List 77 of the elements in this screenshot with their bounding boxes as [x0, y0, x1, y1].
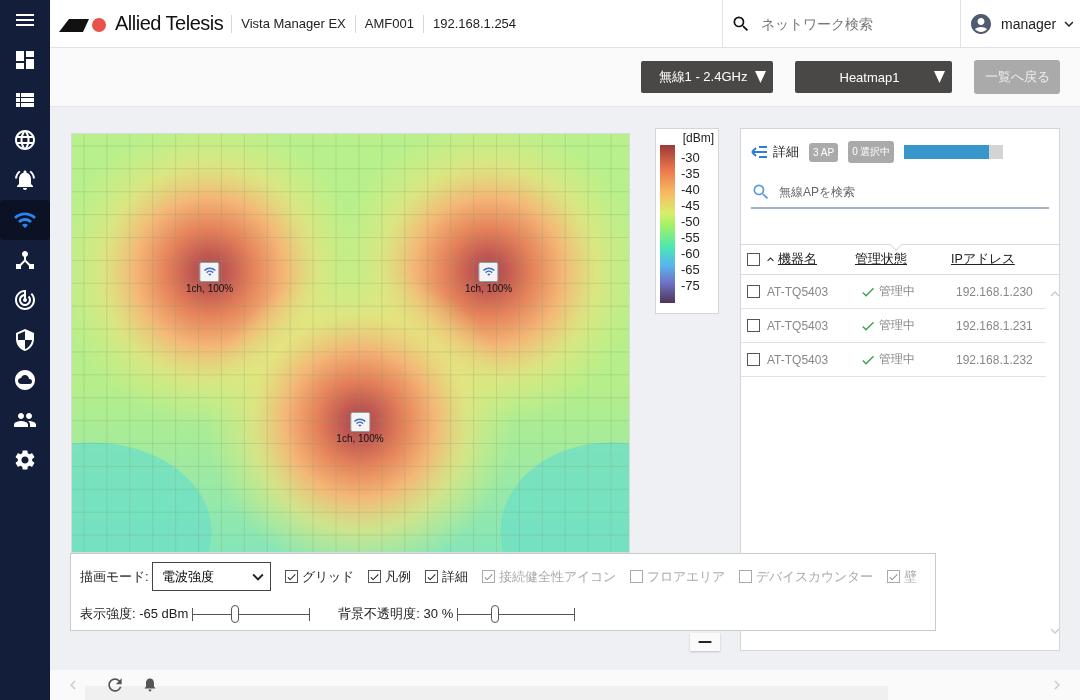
- option-checkbox[interactable]: 詳細: [424, 567, 468, 586]
- band-select[interactable]: 無線1 - 2.4GHz: [641, 61, 773, 93]
- option-checkbox[interactable]: 凡例: [367, 567, 411, 586]
- device-name: AMF001: [354, 14, 423, 33]
- shield-icon: [13, 328, 37, 352]
- checkbox[interactable]: [747, 319, 760, 332]
- legend-tick: -30: [681, 150, 700, 166]
- sort-caret-icon: [767, 257, 774, 262]
- column-header[interactable]: 管理状態: [855, 251, 907, 268]
- product-name: Vista Manager EX: [231, 14, 355, 33]
- table-cell: 192.168.1.231: [956, 318, 1033, 333]
- table-cell: AT-TQ5403: [767, 352, 829, 367]
- table-cell: 192.168.1.232: [956, 352, 1033, 367]
- heatmap-select[interactable]: Heatmap1: [795, 61, 952, 93]
- slider-track[interactable]: [457, 607, 576, 621]
- table-cell: 管理中: [879, 317, 915, 334]
- search-icon: [751, 182, 771, 202]
- checkbox[interactable]: [747, 285, 760, 298]
- table-cell: AT-TQ5403: [767, 284, 829, 299]
- access-point-label: 1ch, 100%: [185, 282, 234, 294]
- table-cell: 管理中: [879, 351, 915, 368]
- mode-select[interactable]: 電波強度: [151, 562, 271, 591]
- ap-count-badge: 3 AP: [809, 142, 839, 162]
- checkbox[interactable]: [424, 570, 438, 583]
- zoom-out-button[interactable]: [690, 633, 720, 651]
- brand-name: Allied Telesis: [115, 12, 224, 35]
- access-point-icon[interactable]: [199, 261, 220, 282]
- chevron-down-icon: [251, 572, 264, 581]
- cloud-icon: [13, 368, 37, 392]
- device-address: 192.168.1.254: [422, 14, 526, 33]
- dropdown-arrow-icon: [755, 71, 766, 83]
- chevron-down-icon: [1064, 20, 1074, 27]
- slider-label: 表示強度: -65 dBm: [80, 605, 189, 623]
- slider-thumb[interactable]: [491, 604, 500, 623]
- logo-icon: [59, 15, 109, 32]
- legend-tick: -65: [681, 262, 700, 278]
- legend-tick: -55: [681, 230, 700, 246]
- table-cell: AT-TQ5403: [767, 318, 829, 333]
- column-header[interactable]: IPアドレス: [951, 251, 1015, 268]
- user-name[interactable]: manager: [1001, 15, 1057, 32]
- checkbox[interactable]: [747, 353, 760, 366]
- checkbox[interactable]: [747, 253, 760, 266]
- minus-icon: [697, 640, 713, 644]
- access-point-label: 1ch, 100%: [465, 282, 513, 294]
- slider-track[interactable]: [192, 607, 311, 621]
- access-point-label: 1ch, 100%: [336, 433, 384, 445]
- legend-tick: -75: [681, 278, 700, 294]
- legend-tick: -60: [681, 246, 700, 262]
- legend-tick: -40: [681, 182, 700, 198]
- checkbox[interactable]: [367, 570, 381, 583]
- settings-icon: [13, 448, 37, 472]
- bell-icon: [13, 168, 37, 192]
- refresh-icon: [108, 678, 122, 692]
- dashboard-icon: [13, 48, 37, 72]
- legend-tick: -50: [681, 214, 700, 230]
- bell-icon: [144, 678, 156, 692]
- detail-toggle[interactable]: 詳細: [751, 143, 799, 161]
- slider-label: 背景不透明度: 30 %: [338, 605, 454, 623]
- legend-unit: [dBm]: [682, 131, 714, 145]
- legend-tick: -35: [681, 166, 700, 182]
- user-avatar-icon: [969, 11, 993, 36]
- slider-thumb[interactable]: [231, 604, 240, 623]
- legend-tick: -45: [681, 198, 700, 214]
- collapse-list-icon: [751, 145, 769, 159]
- option-checkbox[interactable]: グリッド: [284, 567, 354, 586]
- dropdown-arrow-icon: [934, 71, 945, 83]
- column-header[interactable]: 機器名: [778, 251, 817, 268]
- access-point-icon[interactable]: [349, 412, 370, 433]
- globe-icon: [13, 128, 37, 152]
- access-point-icon[interactable]: [478, 261, 499, 282]
- checkbox[interactable]: [284, 570, 298, 583]
- table-cell: 192.168.1.230: [956, 284, 1033, 299]
- selected-count-badge: 0 選択中: [848, 141, 895, 163]
- topology-icon: [13, 248, 37, 272]
- mode-label: 描画モード:: [80, 567, 149, 586]
- table-cell: 管理中: [879, 283, 915, 300]
- radar-icon: [13, 288, 37, 312]
